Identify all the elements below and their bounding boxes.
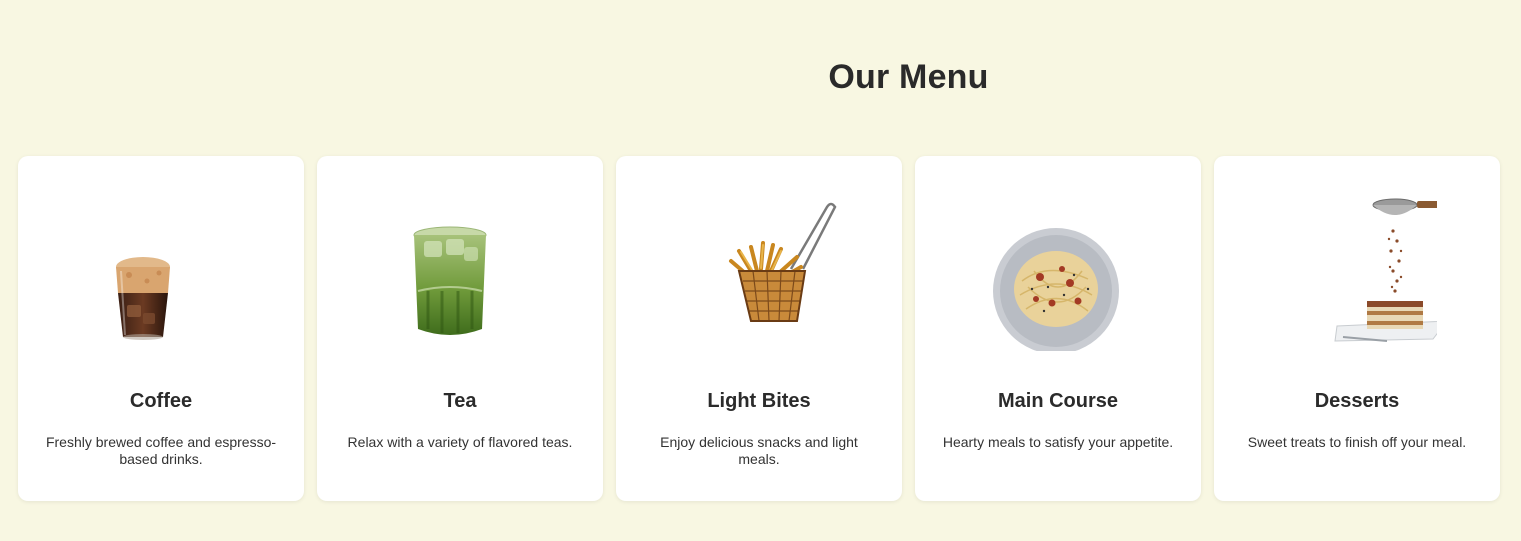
tiramisu-icon (1277, 191, 1437, 351)
card-description: Enjoy delicious snacks and light meals. (660, 434, 858, 467)
iced-coffee-icon (81, 191, 241, 351)
card-description: Hearty meals to satisfy your appetite. (942, 434, 1174, 450)
card-description: Relax with a variety of flavored teas. (347, 434, 573, 450)
card-description: Freshly brewed coffee and espresso-based… (45, 434, 277, 467)
menu-card-tea[interactable]: Tea Relax with a variety of flavored tea… (317, 156, 603, 501)
pasta-plate-icon (978, 191, 1138, 351)
card-title: Light Bites (707, 390, 811, 412)
card-title: Coffee (129, 390, 193, 412)
card-title: Tea (443, 390, 477, 412)
card-title: Desserts (1314, 390, 1400, 412)
menu-cards: Coffee Freshly brewed coffee and espress… (18, 156, 1500, 501)
fries-basket-icon (679, 191, 839, 351)
card-title: Main Course (997, 390, 1119, 412)
card-description: Sweet treats to finish off your meal. (1247, 434, 1467, 450)
menu-card-desserts[interactable]: Desserts Sweet treats to finish off your… (1214, 156, 1500, 501)
page-title: Our Menu (828, 58, 989, 96)
matcha-tea-icon (380, 191, 540, 351)
menu-card-coffee[interactable]: Coffee Freshly brewed coffee and espress… (18, 156, 304, 501)
menu-card-light-bites[interactable]: Light Bites Enjoy delicious snacks and l… (616, 156, 902, 501)
menu-card-main-course[interactable]: Main Course Hearty meals to satisfy your… (915, 156, 1201, 501)
